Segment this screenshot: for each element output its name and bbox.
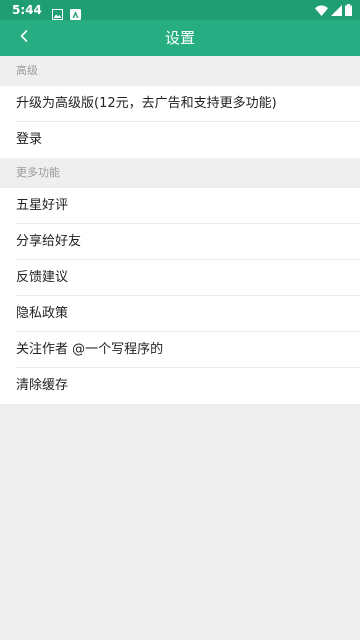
settings-list: 高级 升级为高级版(12元，去广告和支持更多功能) 登录 更多功能 五星好评 分…: [0, 56, 360, 404]
privacy-policy-item[interactable]: 隐私政策: [0, 296, 360, 332]
follow-author-item[interactable]: 关注作者 @一个写程序的: [0, 332, 360, 368]
feedback-item[interactable]: 反馈建议: [0, 260, 360, 296]
image-notification-icon: [51, 5, 63, 20]
clear-cache-item[interactable]: 清除缓存: [0, 368, 360, 404]
status-right-icons: [315, 1, 352, 20]
login-item[interactable]: 登录: [0, 122, 360, 158]
page-title: 设置: [164, 29, 195, 47]
share-with-friends-item[interactable]: 分享给好友: [0, 224, 360, 260]
status-bar: 5:44: [0, 0, 360, 20]
wifi-icon: [315, 1, 328, 20]
cellular-signal-icon: [331, 1, 342, 20]
upgrade-premium-item[interactable]: 升级为高级版(12元，去广告和支持更多功能): [0, 86, 360, 122]
section-header-advanced: 高级: [0, 56, 360, 86]
section-group-more-features: 五星好评 分享给好友 反馈建议 隐私政策 关注作者 @一个写程序的 清除缓存: [0, 188, 360, 404]
rate-five-stars-item[interactable]: 五星好评: [0, 188, 360, 224]
toolbar: 设置: [0, 20, 360, 56]
battery-icon: [345, 1, 352, 20]
section-group-advanced: 升级为高级版(12元，去广告和支持更多功能) 登录: [0, 86, 360, 158]
status-time: 5:44: [12, 3, 42, 17]
section-header-more-features: 更多功能: [0, 158, 360, 188]
app-notification-icon: [69, 5, 81, 20]
